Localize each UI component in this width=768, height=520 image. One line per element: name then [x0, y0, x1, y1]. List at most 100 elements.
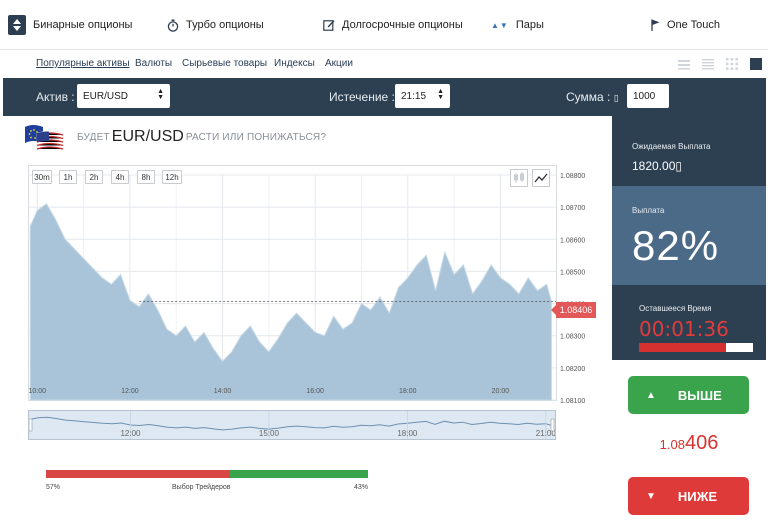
- expected-payout-label: Ожидаемая Выплата: [632, 142, 711, 151]
- traders-put-bar: [46, 470, 230, 478]
- single-view-icon[interactable]: [750, 57, 762, 70]
- flag-icon: [651, 19, 660, 31]
- amount-label: Сумма : ▯: [566, 90, 619, 104]
- compact-list-view-icon[interactable]: [702, 57, 714, 70]
- chart-x-tick-label: 20:00: [492, 388, 510, 395]
- edit-icon: [323, 19, 335, 31]
- amount-currency: ▯: [613, 93, 619, 103]
- stopwatch-icon: [167, 19, 179, 32]
- expiry-select[interactable]: 21:15 ▲ ▼: [395, 84, 450, 108]
- prediction-question: БУДЕТ EUR/USD РАСТИ ИЛИ ПОНИЖАТЬСЯ?: [23, 122, 326, 152]
- expected-payout-value: 1820.00▯: [632, 159, 682, 173]
- expected-payout-box: Ожидаемая Выплата 1820.00▯: [612, 116, 766, 186]
- navigator-svg: 12:00 15:00 18:00 21:00: [28, 411, 556, 439]
- payout-box: Выплата 82%: [612, 186, 766, 285]
- current-price-display: 1.08406: [612, 432, 766, 455]
- tab-long-term-options[interactable]: Долгосрочные опционы: [323, 0, 463, 50]
- time-left-progress: [639, 343, 753, 352]
- expiry-label: Истечение :: [329, 90, 395, 104]
- payout-percent: 82%: [632, 222, 720, 269]
- price-chart-svg: 1.088001.087001.086001.085001.084001.083…: [28, 165, 585, 405]
- time-left-label: Оставшееся Время: [639, 304, 712, 313]
- chart-x-tick-label: 16:00: [306, 388, 324, 395]
- range-8h-button[interactable]: 8h: [137, 170, 155, 184]
- tab-one-touch-label: One Touch: [667, 19, 721, 31]
- chart-y-tick-label: 1.08500: [560, 269, 585, 276]
- chart-x-tick-label: 18:00: [399, 388, 417, 395]
- tab-pairs-label: Пары: [515, 19, 544, 31]
- chart-y-tick-label: 1.08300: [560, 334, 585, 341]
- put-down-button[interactable]: ▼ НИЖЕ: [628, 477, 749, 515]
- price-chart[interactable]: 1.088001.087001.086001.085001.084001.083…: [28, 165, 596, 405]
- chart-y-tick-label: 1.08200: [560, 366, 585, 373]
- navigator-tick-label: 12:00: [120, 429, 141, 438]
- traders-call-bar: [229, 470, 368, 478]
- candlestick-icon: [514, 172, 524, 183]
- option-type-tabs: Бинарные опционы Турбо опционы Долгосроч…: [0, 0, 768, 50]
- sort-arrows-icon: [8, 15, 26, 35]
- asset-label: Актив :: [36, 90, 75, 104]
- chart-y-tick-label: 1.08700: [560, 205, 585, 212]
- tab-binary-options-label: Бинарные опционы: [33, 19, 133, 31]
- amount-input-value: 1000: [633, 90, 656, 102]
- tab-one-touch[interactable]: One Touch: [651, 0, 720, 50]
- chart-x-tick-label: 14:00: [214, 388, 232, 395]
- chart-navigator[interactable]: 12:00 15:00 18:00 21:00: [28, 410, 556, 440]
- asset-select-value: EUR/USD: [83, 90, 129, 102]
- question-pair: EUR/USD: [111, 128, 184, 145]
- put-down-label: НИЖЕ: [677, 488, 718, 504]
- question-prefix: БУДЕТ: [77, 131, 110, 143]
- navigator-selection: [29, 411, 555, 439]
- range-2h-button[interactable]: 2h: [85, 170, 103, 184]
- asset-select[interactable]: EUR/USD ▲ ▼: [77, 84, 170, 108]
- navigator-left-handle: [28, 418, 33, 432]
- line-chart-button[interactable]: [532, 169, 550, 187]
- layout-switcher: [678, 57, 762, 70]
- call-up-button[interactable]: ▲ ВЫШЕ: [628, 376, 749, 414]
- subnav-commodities[interactable]: Сырьевые товары: [182, 58, 267, 69]
- subnav-popular-assets[interactable]: Популярные активы: [36, 58, 130, 69]
- triangle-up-icon: ▲: [646, 389, 656, 401]
- select-arrows-icon: ▲ ▼: [157, 88, 164, 101]
- line-chart-icon: [534, 173, 548, 183]
- tab-turbo-options[interactable]: Турбо опционы: [167, 0, 264, 50]
- up-down-triangles-icon: ▲▼: [491, 20, 509, 30]
- subnav-indices[interactable]: Индексы: [274, 58, 315, 69]
- range-30m-button[interactable]: 30m: [32, 170, 52, 184]
- grid-view-icon[interactable]: [726, 57, 738, 70]
- question-suffix: РАСТИ ИЛИ ПОНИЖАТЬСЯ?: [185, 131, 327, 143]
- subnav-stocks[interactable]: Акции: [325, 58, 353, 69]
- amount-input[interactable]: 1000: [627, 84, 669, 108]
- payout-label: Выплата: [632, 206, 665, 215]
- time-left-progress-fill: [639, 343, 726, 352]
- expiry-select-value: 21:15: [401, 90, 427, 102]
- tab-pairs[interactable]: ▲▼ Пары: [491, 0, 544, 50]
- navigator-tick-label: 18:00: [397, 429, 418, 438]
- chart-x-tick-label: 12:00: [121, 388, 139, 395]
- chart-y-tick-label: 1.08600: [560, 237, 585, 244]
- subnav-currencies[interactable]: Валюты: [135, 58, 172, 69]
- candlestick-chart-button[interactable]: [510, 169, 528, 187]
- range-1h-button[interactable]: 1h: [59, 170, 77, 184]
- amount-label-text: Сумма :: [566, 90, 614, 104]
- range-4h-button[interactable]: 4h: [111, 170, 129, 184]
- chart-y-tick-label: 1.08800: [560, 173, 585, 180]
- traders-put-pct: 57%: [46, 484, 61, 491]
- navigator-tick-label: 15:00: [259, 429, 280, 438]
- time-left-box: Оставшееся Время 00:01:36: [612, 285, 766, 360]
- call-up-label: ВЫШЕ: [677, 387, 722, 403]
- select-arrows-icon: ▲ ▼: [437, 88, 444, 101]
- tab-binary-options[interactable]: Бинарные опционы: [8, 0, 132, 50]
- triangle-down-icon: ▼: [646, 490, 656, 502]
- tab-long-term-options-label: Долгосрочные опционы: [342, 19, 463, 31]
- traders-call-pct: 43%: [353, 484, 368, 491]
- time-left-value: 00:01:36: [639, 317, 729, 341]
- tab-turbo-options-label: Турбо опционы: [186, 19, 264, 31]
- traders-choice: 57% Выбор Трейдеров 43%: [46, 470, 368, 496]
- trade-controls-bar: Актив : EUR/USD ▲ ▼ Истечение : 21:15 ▲ ▼ …: [3, 78, 766, 116]
- current-price-pips: 406: [684, 432, 719, 454]
- chart-x-tick-label: 10:00: [28, 388, 46, 395]
- range-12h-button[interactable]: 12h: [162, 170, 182, 184]
- current-price-badge: 1.08406: [551, 302, 596, 318]
- list-view-icon[interactable]: [678, 57, 690, 70]
